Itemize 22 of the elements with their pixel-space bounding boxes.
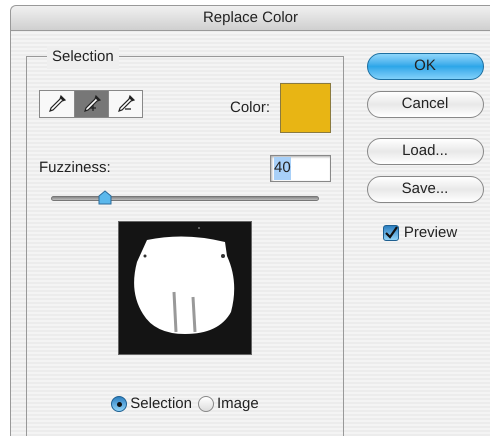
- color-swatch[interactable]: [280, 83, 331, 133]
- preview-checkbox[interactable]: Preview: [382, 222, 458, 244]
- eyedropper-plus-icon: [82, 94, 102, 114]
- group-title: Selection: [47, 46, 119, 68]
- radio-option[interactable]: Selection: [111, 393, 192, 416]
- fuzziness-label: Fuzziness:: [39, 158, 111, 178]
- eyedropper-minus-icon: [116, 94, 136, 114]
- eyedropper-tool[interactable]: [40, 91, 74, 117]
- color-label: Color:: [230, 98, 270, 118]
- eyedropper-tool[interactable]: [108, 91, 142, 117]
- dialog-button[interactable]: Cancel: [366, 91, 484, 118]
- eyedropper-tool[interactable]: [74, 91, 108, 117]
- radio-option[interactable]: Image: [198, 393, 259, 416]
- fuzziness-slider[interactable]: [51, 190, 319, 206]
- dialog-button[interactable]: Save...: [366, 176, 484, 203]
- checkbox[interactable]: [382, 225, 399, 242]
- slider-thumb[interactable]: [98, 190, 112, 206]
- default-button[interactable]: OK: [366, 53, 484, 80]
- dialog-button[interactable]: Load...: [366, 138, 484, 165]
- fuzziness-field[interactable]: 40: [270, 155, 331, 182]
- eyedropper-icon: [47, 94, 67, 114]
- window-title: Replace Color: [202, 8, 298, 28]
